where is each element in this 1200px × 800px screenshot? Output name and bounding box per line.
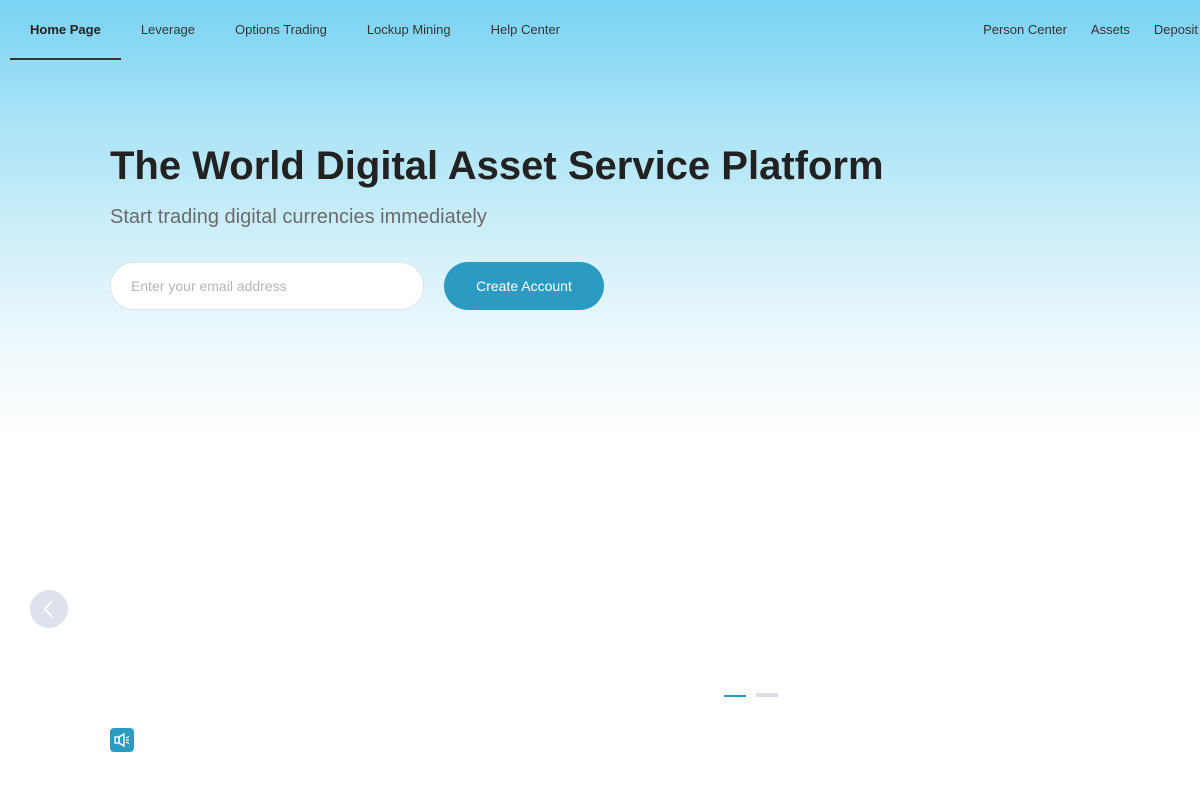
carousel-dot-1[interactable] <box>724 695 746 697</box>
nav-item-leverage[interactable]: Leverage <box>121 0 215 60</box>
nav-item-deposit[interactable]: Deposit <box>1130 0 1198 60</box>
hero-title: The World Digital Asset Service Platform <box>110 144 884 188</box>
top-navigation: Home Page Leverage Options Trading Locku… <box>0 0 1200 60</box>
nav-item-assets[interactable]: Assets <box>1067 0 1130 60</box>
nav-primary: Home Page Leverage Options Trading Locku… <box>10 0 580 60</box>
create-account-button[interactable]: Create Account <box>444 262 604 310</box>
nav-item-home-page[interactable]: Home Page <box>10 0 121 60</box>
nav-item-help-center[interactable]: Help Center <box>471 0 580 60</box>
nav-account: Person Center Assets Deposit <box>959 0 1198 60</box>
carousel-indicators <box>724 693 778 697</box>
notice-speaker-icon <box>110 728 134 752</box>
email-input[interactable] <box>110 262 424 310</box>
speaker-icon <box>114 733 130 747</box>
chevron-left-icon <box>43 600 53 618</box>
nav-item-options-trading[interactable]: Options Trading <box>215 0 347 60</box>
page: Home Page Leverage Options Trading Locku… <box>0 0 1200 800</box>
nav-item-person-center[interactable]: Person Center <box>959 0 1067 60</box>
nav-item-lockup-mining[interactable]: Lockup Mining <box>347 0 471 60</box>
carousel-prev-button[interactable] <box>30 590 68 628</box>
carousel-dot-2[interactable] <box>756 693 778 697</box>
hero-subtitle: Start trading digital currencies immedia… <box>110 206 487 228</box>
